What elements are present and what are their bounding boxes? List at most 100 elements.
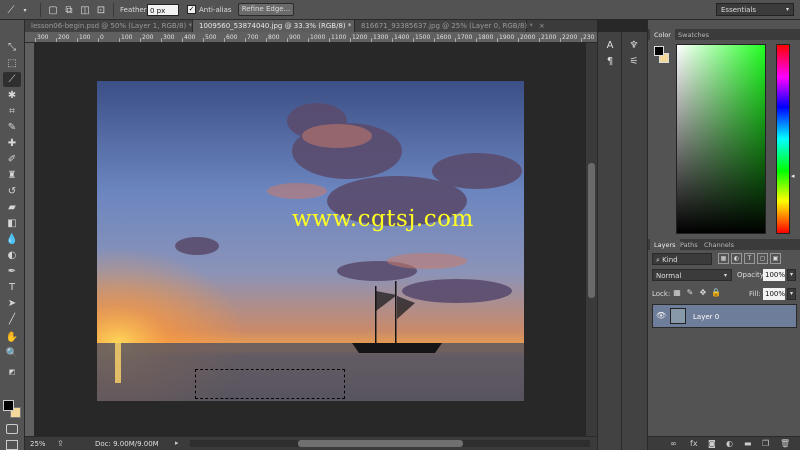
tab-lesson06[interactable]: lesson06-begin.psd @ 50% (Layer 1, RGB/8… — [25, 20, 204, 32]
horizontal-scrollbar[interactable] — [190, 440, 590, 447]
doc-info[interactable]: Doc: 9.00M/9.00M — [95, 440, 159, 448]
paragraph-panel-icon[interactable]: ¶ — [603, 54, 617, 68]
zoom-level[interactable]: 25% — [30, 440, 46, 448]
crop-tool-icon[interactable]: ⌗ — [3, 104, 21, 119]
tool-preset-dropdown-icon[interactable]: ▾ — [18, 3, 32, 17]
lock-all-icon[interactable]: 🔒 — [711, 288, 721, 298]
hand-tool-icon[interactable]: ✋ — [3, 330, 21, 345]
ruler-tick-label: 230 — [583, 34, 595, 41]
feather-input[interactable]: 0 px — [147, 4, 179, 16]
refine-edge-button[interactable]: Refine Edge... — [238, 3, 294, 16]
lock-pixels-icon[interactable]: ✎ — [685, 288, 695, 298]
layer-style-icon[interactable]: fx — [690, 439, 698, 448]
ruler-tick-label: 200 — [58, 34, 70, 41]
lock-transparency-icon[interactable]: ▦ — [672, 288, 682, 298]
blur-tool-icon[interactable]: 💧 — [3, 232, 21, 247]
line-tool-icon[interactable]: ╱ — [3, 312, 21, 327]
default-colors-icon[interactable]: ◩ — [3, 364, 21, 379]
pen-tool-icon[interactable]: ✒ — [3, 264, 21, 279]
ruler-tick-label: 300 — [163, 34, 175, 41]
vertical-scrollbar[interactable] — [586, 43, 597, 436]
new-group-icon[interactable]: ▬ — [744, 439, 752, 448]
tab-label: 816671_93385637.jpg @ 25% (Layer 0, RGB/… — [361, 22, 533, 30]
lasso-tool-icon[interactable]: ⟋ — [3, 72, 21, 87]
export-icon[interactable]: ⇪ — [57, 439, 64, 448]
pixel-filter-icon[interactable]: ▦ — [718, 253, 729, 264]
eraser-tool-icon[interactable]: ▰ — [3, 200, 21, 215]
layer-name[interactable]: Layer 0 — [693, 313, 719, 321]
brush-tool-icon[interactable]: ✐ — [3, 152, 21, 167]
move-tool-icon[interactable]: ⤡ — [3, 40, 21, 55]
smart-object-filter-icon[interactable]: ▣ — [770, 253, 781, 264]
adjustment-layer-icon[interactable]: ◐ — [726, 439, 733, 448]
tab-swatches[interactable]: Swatches — [674, 29, 713, 40]
eyedropper-tool-icon[interactable]: ✎ — [3, 120, 21, 135]
sunset-ship-photo[interactable]: www.cgtsj.com — [97, 81, 524, 401]
quick-select-tool-icon[interactable]: ✱ — [3, 88, 21, 103]
gradient-tool-icon[interactable]: ◧ — [3, 216, 21, 231]
shape-filter-icon[interactable]: ▢ — [757, 253, 768, 264]
tab-color[interactable]: Color — [650, 29, 675, 40]
zoom-tool-icon[interactable]: 🔍 — [3, 346, 21, 361]
quick-mask-icon[interactable] — [6, 424, 18, 434]
tab-channels[interactable]: Channels — [700, 239, 738, 250]
workspace-select[interactable]: Essentials ▾ — [716, 3, 794, 16]
link-layers-icon[interactable]: ∞ — [670, 439, 677, 448]
canvas-area[interactable]: www.cgtsj.com — [35, 43, 586, 436]
new-layer-icon[interactable]: ❐ — [762, 439, 769, 448]
layer-filter-kind[interactable]: ⌕ Kind — [652, 253, 712, 265]
opacity-dropdown-icon[interactable]: ▾ — [787, 269, 796, 281]
ruler-tick — [203, 38, 204, 42]
layer-row[interactable]: 👁 Layer 0 — [652, 304, 797, 328]
opacity-input[interactable]: 100% — [763, 269, 785, 281]
adjustments-icon[interactable]: ⚟ — [627, 54, 641, 68]
hue-slider[interactable] — [776, 44, 790, 234]
vertical-scroll-thumb[interactable] — [588, 163, 595, 298]
history-brush-tool-icon[interactable]: ↺ — [3, 184, 21, 199]
type-tool-icon[interactable]: T — [3, 280, 21, 295]
ruler-tick-label: 1000 — [310, 34, 326, 41]
ruler-tick-label: 800 — [268, 34, 280, 41]
ruler-tick-label: 1800 — [478, 34, 494, 41]
adjustments-strip: ♆ ⚟ — [621, 32, 647, 450]
hue-marker-icon[interactable]: ◂ — [791, 172, 795, 180]
screen-mode-icon[interactable] — [6, 440, 18, 450]
add-mask-icon[interactable]: ◙ — [708, 439, 716, 448]
type-filter-icon[interactable]: T — [744, 253, 755, 264]
healing-brush-tool-icon[interactable]: ✚ — [3, 136, 21, 151]
layer-thumbnail — [670, 308, 686, 324]
tab-1009560[interactable]: 1009560_53874040.jpg @ 33.3% (RGB/8) *× — [193, 20, 363, 32]
subtract-selection-icon[interactable]: ◫ — [78, 3, 92, 17]
tab-paths[interactable]: Paths — [676, 239, 702, 250]
polygonal-lasso-icon[interactable]: ⟋ — [4, 3, 18, 17]
rect-marquee-tool-icon[interactable]: ⬚ — [3, 56, 21, 71]
kind-label: Kind — [662, 256, 678, 264]
anti-alias-checkbox[interactable]: ✓ — [187, 5, 196, 14]
dodge-tool-icon[interactable]: ◐ — [3, 248, 21, 263]
adjustment-filter-icon[interactable]: ◐ — [731, 253, 742, 264]
eye-icon[interactable]: 👁 — [656, 311, 666, 321]
path-select-tool-icon[interactable]: ➤ — [3, 296, 21, 311]
color-picker-field[interactable] — [676, 44, 766, 234]
foreground-color-swatch[interactable] — [3, 400, 14, 411]
fill-input[interactable]: 100% — [763, 288, 785, 300]
add-selection-icon[interactable]: ⧉ — [62, 3, 76, 17]
close-icon[interactable]: × — [539, 22, 545, 30]
selection-marquee[interactable] — [195, 369, 345, 399]
clone-stamp-tool-icon[interactable]: ♜ — [3, 168, 21, 183]
workspace-label: Essentials — [721, 6, 757, 14]
lock-position-icon[interactable]: ✥ — [698, 288, 708, 298]
fill-dropdown-icon[interactable]: ▾ — [787, 288, 796, 300]
brush-presets-icon[interactable]: ♆ — [627, 38, 641, 52]
tab-816671[interactable]: 816671_93385637.jpg @ 25% (Layer 0, RGB/… — [355, 20, 545, 32]
delete-layer-icon[interactable]: 🗑 — [780, 439, 790, 448]
blend-mode-select[interactable]: Normal ▾ — [652, 269, 732, 281]
status-menu-icon[interactable]: ▸ — [175, 439, 179, 447]
horizontal-scroll-thumb[interactable] — [298, 440, 463, 447]
character-panel-icon[interactable]: A — [603, 38, 617, 52]
intersect-selection-icon[interactable]: ⊡ — [94, 3, 108, 17]
lock-label: Lock: — [652, 290, 671, 298]
new-selection-icon[interactable]: ▢ — [46, 3, 60, 17]
color-panel-foreground[interactable] — [654, 46, 664, 56]
ruler-tick-label: 1300 — [373, 34, 389, 41]
